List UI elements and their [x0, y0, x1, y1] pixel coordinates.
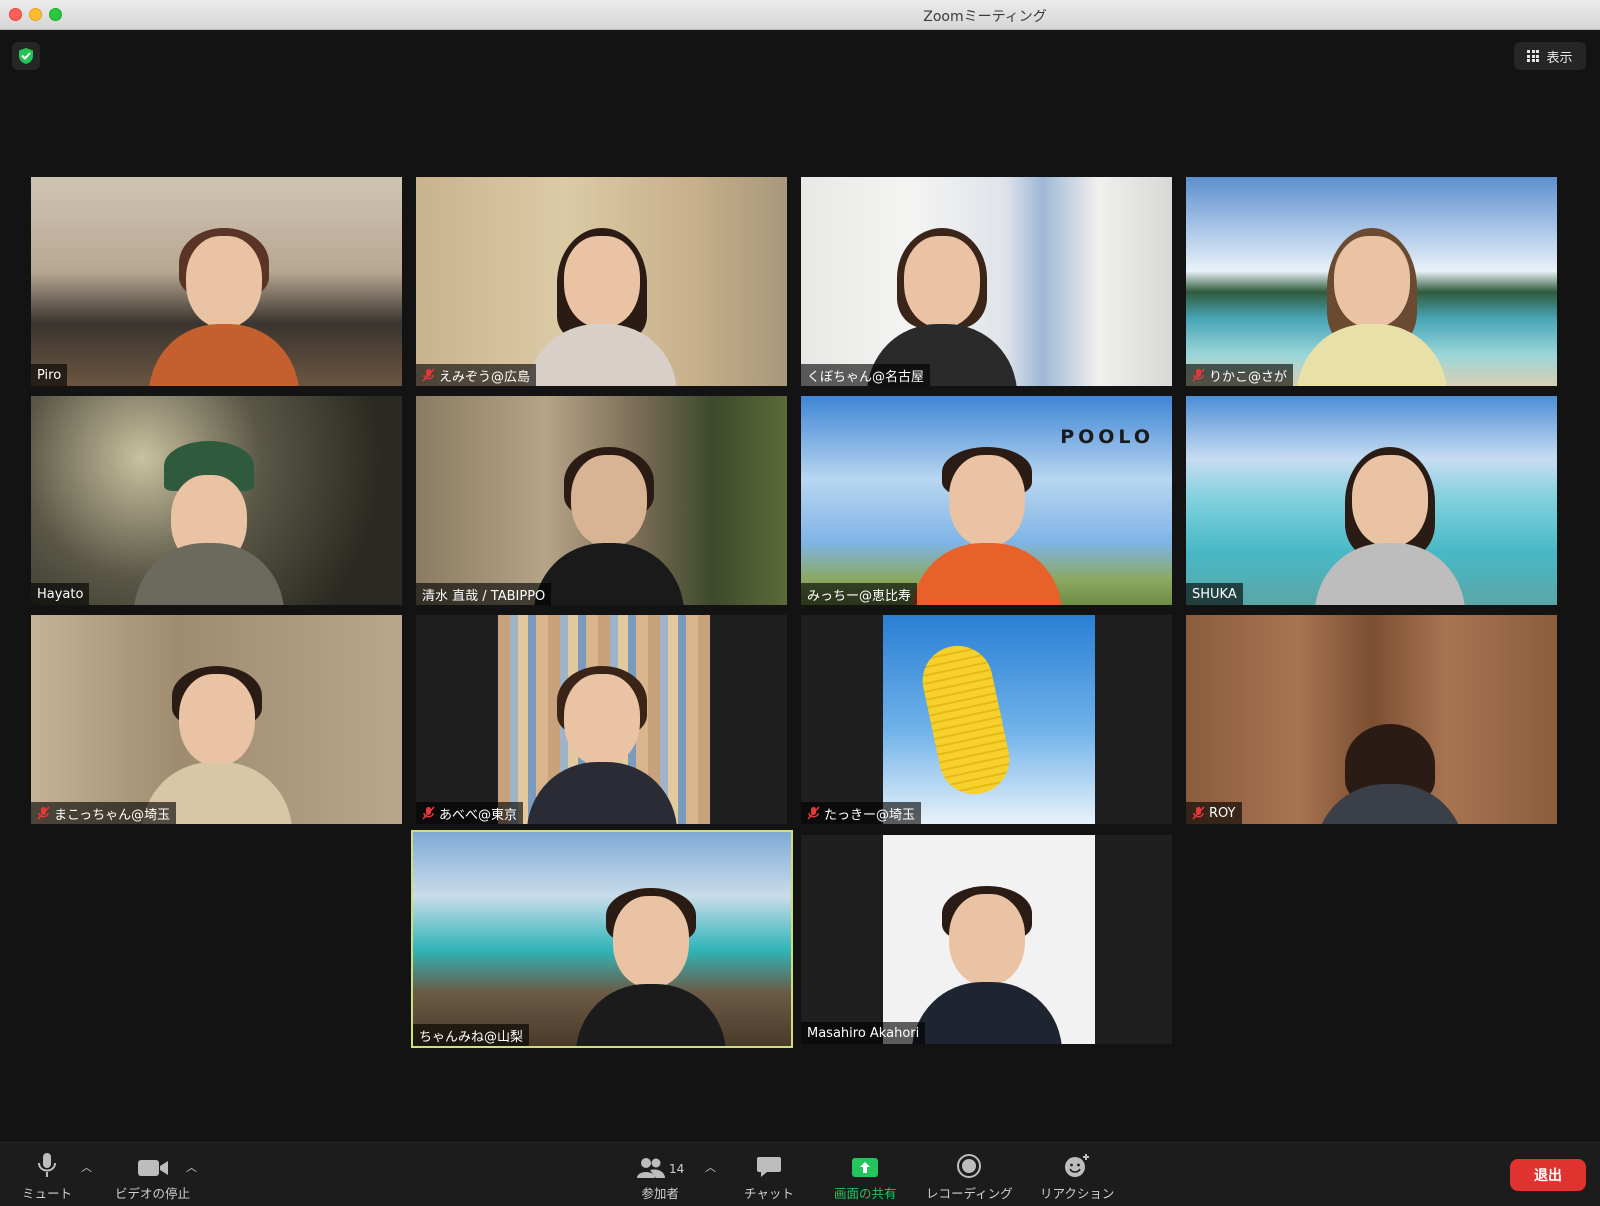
meeting-toolbar: ミュート ︿ ビデオの停止 ︿ 14 参加者 ︿ チャット 画面の共有 レコーデ…	[0, 1142, 1600, 1206]
mute-label: ミュート	[22, 1186, 73, 1201]
poolo-logo: POOLO	[1060, 426, 1154, 448]
participant-name: えみぞう@広島	[439, 369, 531, 385]
participant-name-tag: Piro	[31, 364, 68, 386]
participant-name: 清水 直哉 / TABIPPO	[422, 588, 546, 604]
participant-name-tag: 清水 直哉 / TABIPPO	[416, 583, 552, 605]
video-tile[interactable]: まこっちゃん@埼玉	[31, 615, 402, 824]
participant-name: たっきー@埼玉	[824, 807, 916, 823]
participant-name: ちゃんみね@山梨	[419, 1029, 524, 1045]
participant-video	[576, 866, 727, 1046]
participant-name: まこっちゃん@埼玉	[54, 807, 171, 823]
video-tile-active-speaker[interactable]: ちゃんみね@山梨	[411, 830, 793, 1048]
video-tile[interactable]: くぼちゃん@名古屋	[801, 177, 1172, 386]
participant-name-tag: あべべ@東京	[416, 802, 524, 824]
participants-button[interactable]: 14 参加者	[636, 1151, 684, 1202]
participant-name-tag: りかこ@さが	[1186, 364, 1294, 386]
participant-name: くぼちゃん@名古屋	[807, 369, 925, 385]
chat-button[interactable]: チャット	[744, 1151, 794, 1202]
participants-icon: 14	[636, 1151, 684, 1179]
participant-name: SHUKA	[1192, 586, 1237, 602]
participant-video	[526, 206, 677, 386]
participant-name: みっちー@恵比寿	[807, 588, 912, 604]
participant-video	[911, 425, 1062, 605]
video-tile[interactable]: 清水 直哉 / TABIPPO	[416, 396, 787, 605]
window-title: Zoomミーティング	[923, 9, 1047, 25]
participant-name-tag: Masahiro Akahori	[801, 1022, 926, 1044]
video-tile[interactable]: Masahiro Akahori	[801, 835, 1172, 1044]
participant-name-tag: たっきー@埼玉	[801, 802, 922, 824]
reactions-label: リアクション	[1040, 1186, 1115, 1201]
security-shield-icon[interactable]	[12, 42, 40, 70]
share-screen-button[interactable]: 画面の共有	[834, 1151, 897, 1202]
chat-bubble-icon	[756, 1151, 782, 1179]
video-options-caret-icon[interactable]: ︿	[186, 1159, 197, 1175]
participants-label: 参加者	[641, 1186, 679, 1201]
mute-button[interactable]: ミュート	[22, 1151, 72, 1202]
record-icon	[956, 1151, 982, 1179]
stop-video-button[interactable]: ビデオの停止	[115, 1151, 190, 1202]
stop-video-label: ビデオの停止	[115, 1186, 191, 1201]
record-button[interactable]: レコーディング	[926, 1151, 1013, 1202]
participant-video	[526, 644, 677, 824]
participant-name-tag: Hayato	[31, 583, 90, 605]
participant-name-tag: くぼちゃん@名古屋	[801, 364, 931, 386]
reactions-button[interactable]: リアクション	[1040, 1151, 1114, 1202]
participant-name-tag: まこっちゃん@埼玉	[31, 802, 177, 824]
participant-name: Hayato	[37, 586, 84, 602]
video-tile[interactable]: ROY	[1186, 615, 1557, 824]
view-label: 表示	[1546, 50, 1573, 66]
smiley-add-icon	[1063, 1151, 1091, 1179]
mic-muted-icon	[807, 806, 820, 820]
share-screen-icon	[851, 1151, 879, 1179]
video-tile[interactable]: POOLO みっちー@恵比寿	[801, 396, 1172, 605]
video-tile[interactable]: たっきー@埼玉	[801, 615, 1172, 824]
participant-video	[1296, 206, 1447, 386]
leave-meeting-button[interactable]: 退出	[1510, 1159, 1586, 1191]
participants-count: 14	[669, 1162, 685, 1176]
participant-video	[866, 206, 1017, 386]
video-tile[interactable]: えみぞう@広島	[416, 177, 787, 386]
participant-name-tag: SHUKA	[1186, 583, 1243, 605]
video-tile[interactable]: あべべ@東京	[416, 615, 787, 824]
participant-name-tag: ROY	[1186, 802, 1242, 824]
window-titlebar: Zoomミーティング	[0, 0, 1600, 30]
grid-icon	[1527, 50, 1540, 62]
participant-video	[134, 425, 285, 605]
video-feed	[801, 615, 1172, 824]
participant-video	[1315, 425, 1466, 605]
participant-name-tag: ちゃんみね@山梨	[413, 1024, 530, 1046]
video-tile[interactable]: Piro	[31, 177, 402, 386]
participant-name: あべべ@東京	[439, 807, 518, 823]
video-tile[interactable]: Hayato	[31, 396, 402, 605]
video-tile[interactable]: SHUKA	[1186, 396, 1557, 605]
participants-options-caret-icon[interactable]: ︿	[705, 1159, 716, 1175]
mic-muted-icon	[422, 368, 435, 382]
participant-name-tag: えみぞう@広島	[416, 364, 537, 386]
video-tile[interactable]: りかこ@さが	[1186, 177, 1557, 386]
mic-muted-icon	[422, 806, 435, 820]
microphone-icon	[36, 1151, 58, 1179]
participant-name: Masahiro Akahori	[807, 1025, 920, 1041]
participant-name: ROY	[1209, 805, 1236, 821]
share-screen-label: 画面の共有	[834, 1186, 897, 1201]
mic-muted-icon	[1192, 368, 1205, 382]
participant-name: りかこ@さが	[1209, 369, 1288, 385]
mic-muted-icon	[37, 806, 50, 820]
participant-video	[148, 206, 299, 386]
participant-video	[141, 644, 292, 824]
video-camera-icon	[137, 1151, 169, 1179]
record-label: レコーディング	[926, 1186, 1013, 1201]
participant-name: Piro	[37, 367, 62, 383]
mic-muted-icon	[1192, 806, 1205, 820]
participant-video	[911, 864, 1062, 1044]
participant-name-tag: みっちー@恵比寿	[801, 583, 918, 605]
participant-video	[1315, 644, 1466, 824]
view-button[interactable]: 表示	[1514, 42, 1586, 70]
chat-label: チャット	[744, 1186, 794, 1201]
participant-video	[533, 425, 684, 605]
audio-options-caret-icon[interactable]: ︿	[81, 1159, 92, 1175]
